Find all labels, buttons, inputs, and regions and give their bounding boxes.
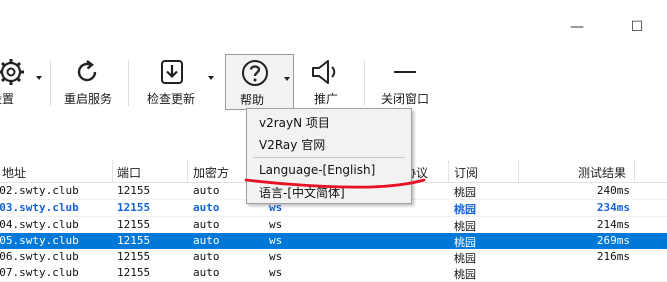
annotation-underline [244,178,426,189]
address-cell: hk07.swty.club [0,266,79,279]
table-row[interactable]: hk07.swty.club 12155 auto ws 桃园 [0,265,667,282]
encryption-cell: auto [193,266,220,279]
subscription-cell: 桃园 [454,268,476,281]
port-cell: 12155 [117,266,151,279]
transport-cell: ws [269,266,283,279]
